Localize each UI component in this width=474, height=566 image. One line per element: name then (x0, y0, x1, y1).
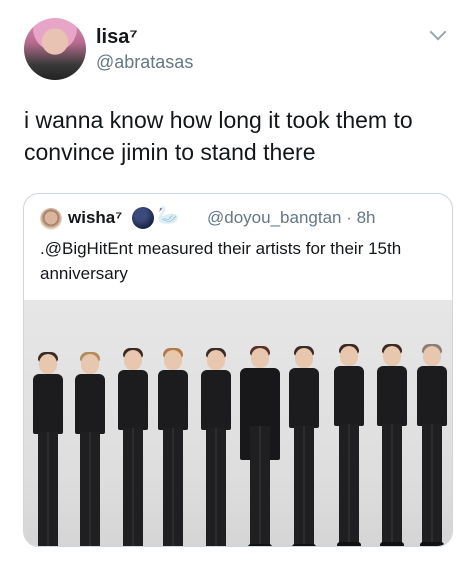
chevron-down-icon[interactable] (429, 23, 447, 41)
moon-emoji-icon (132, 207, 154, 229)
display-name[interactable]: lisa⁷ (96, 26, 138, 49)
member-9 (372, 344, 412, 546)
tweet: lisa⁷ @abratasas i wanna know how long i… (0, 0, 474, 566)
tweet-text: i wanna know how long it took them to co… (24, 107, 413, 165)
quoted-text: .@BigHitEnt measured their artists for t… (40, 239, 402, 283)
member-1 (30, 352, 66, 546)
quoted-avatar[interactable] (40, 208, 62, 230)
member-8 (328, 344, 370, 546)
member-5 (196, 348, 236, 546)
member-10 (412, 344, 452, 546)
swan-emoji-icon: 🦢 (157, 205, 180, 225)
member-7 (284, 346, 324, 546)
group-photo[interactable] (24, 300, 452, 546)
member-2 (72, 352, 108, 546)
user-handle[interactable]: @abratasas (96, 52, 193, 73)
member-3 (114, 348, 152, 546)
quoted-handle-time[interactable]: @doyou_bangtan · 8h (207, 208, 376, 228)
avatar[interactable] (24, 18, 86, 80)
quoted-tweet[interactable]: wisha⁷ 🦢 @doyou_bangtan · 8h .@BigHitEnt… (23, 193, 453, 547)
quoted-display-name[interactable]: wisha⁷ (68, 208, 122, 228)
member-4 (154, 348, 192, 546)
member-6 (238, 346, 282, 546)
